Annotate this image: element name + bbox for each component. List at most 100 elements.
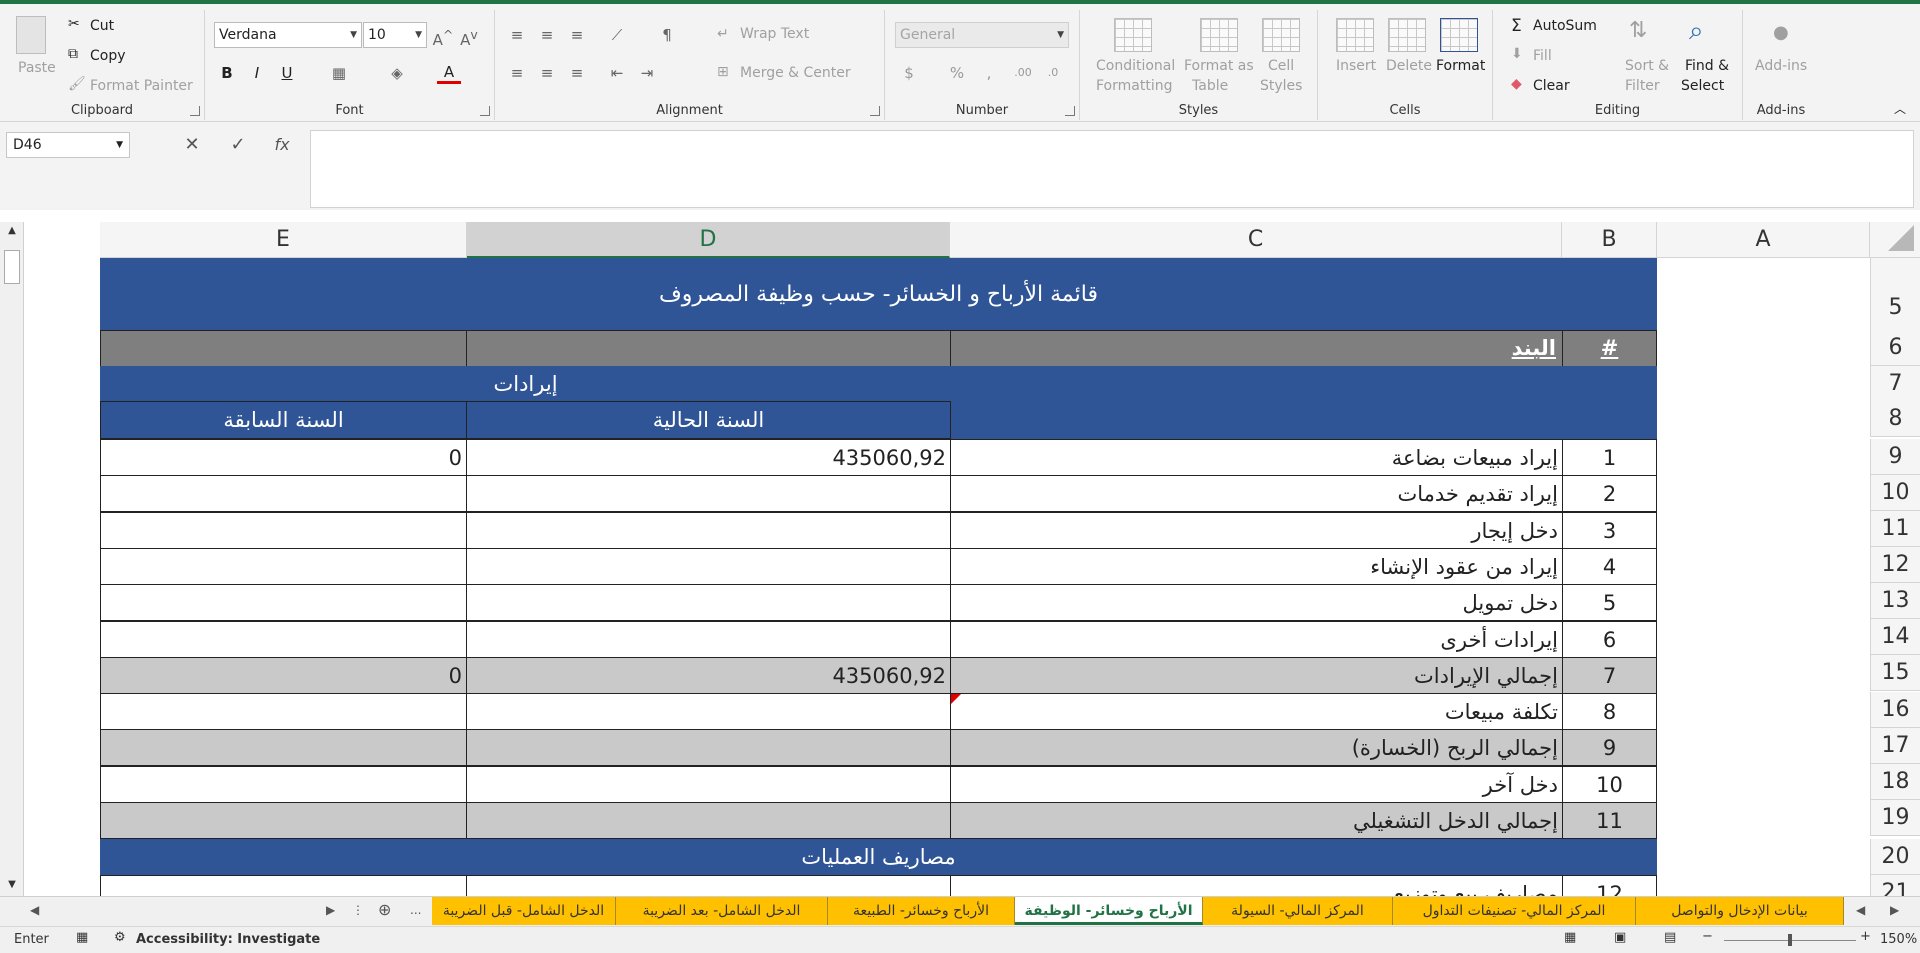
format-icon[interactable] <box>1440 18 1478 52</box>
sheet-tab[interactable]: بيانات الإدخال والتواصل <box>1636 897 1844 925</box>
shrink-font-icon[interactable]: Av <box>457 24 481 49</box>
cell-styles-button[interactable]: Cell <box>1268 58 1294 74</box>
page-layout-icon[interactable]: ▣ <box>1614 930 1626 945</box>
sheet-tab[interactable]: المركز المالي- تصنيفات التداول <box>1393 897 1636 925</box>
sheet-tab[interactable]: الدخل الشامل- بعد الضريبة <box>616 897 828 925</box>
column-header-b[interactable]: B <box>1562 222 1657 258</box>
collapse-ribbon-icon[interactable]: ︿ <box>1894 100 1906 117</box>
font-family-select[interactable]: Verdana ▼ <box>214 22 362 48</box>
cancel-icon[interactable]: ✕ <box>178 132 206 158</box>
row-header[interactable]: 10 <box>1870 475 1920 511</box>
sheet-tab[interactable]: الدخل الشامل- قبل الضريبة <box>432 897 616 925</box>
paste-button[interactable]: Paste <box>18 60 56 76</box>
scroll-tabs-left-icon[interactable]: ◀ <box>30 903 39 917</box>
worksheet-grid[interactable]: ▲ ▼ E D C B A 5 6 7 8 9 10 11 12 13 14 15 16 17 18 19 2… <box>0 222 1920 896</box>
row-header[interactable]: 6 <box>1870 330 1920 366</box>
zoom-in-icon[interactable]: + <box>1860 929 1871 944</box>
row-header[interactable]: 21 <box>1870 875 1920 896</box>
scroll-down-icon[interactable]: ▼ <box>4 878 20 892</box>
rtl-icon[interactable]: ¶ <box>655 24 679 46</box>
accessibility-status[interactable]: Accessibility: Investigate <box>136 932 320 947</box>
row-header[interactable]: 12 <box>1870 547 1920 583</box>
fill-color-icon[interactable]: ◈ <box>385 62 409 84</box>
font-launcher-icon[interactable] <box>480 106 490 116</box>
decrease-decimal-icon[interactable]: .0 <box>1041 62 1065 84</box>
format-as-table-icon[interactable] <box>1200 18 1238 52</box>
more-tabs[interactable]: ... <box>410 903 421 917</box>
number-format-select[interactable]: General ▼ <box>895 22 1069 48</box>
delete-icon[interactable] <box>1388 18 1426 52</box>
row-header[interactable]: 7 <box>1870 366 1920 402</box>
align-middle-icon[interactable]: ≡ <box>535 24 559 46</box>
grow-font-icon[interactable]: A^ <box>431 24 455 49</box>
row-header[interactable]: 15 <box>1870 655 1920 691</box>
number-launcher-icon[interactable] <box>1065 106 1075 116</box>
copy-button[interactable]: Copy <box>90 48 126 64</box>
row-header[interactable]: 16 <box>1870 692 1920 728</box>
cell-styles-icon[interactable] <box>1262 18 1300 52</box>
row-header[interactable]: 19 <box>1870 800 1920 836</box>
orientation-icon[interactable]: ⟋ <box>605 24 629 46</box>
borders-icon[interactable]: ▦ <box>327 62 351 84</box>
normal-view-icon[interactable]: ▦ <box>1564 930 1576 945</box>
scroll-thumb[interactable] <box>4 250 20 284</box>
increase-indent-icon[interactable]: ⇥ <box>635 62 659 84</box>
format-button[interactable]: Format <box>1436 58 1485 74</box>
currency-icon[interactable]: $ <box>897 62 921 84</box>
decrease-indent-icon[interactable]: ⇤ <box>605 62 629 84</box>
sheet-tab[interactable]: الأرباح وخسائر- الوظيفة <box>1015 897 1203 925</box>
find-select-button[interactable]: Find & <box>1685 58 1729 74</box>
clear-button[interactable]: Clear <box>1533 78 1570 94</box>
sheet-tab[interactable]: الأرباح وخسائر- الطبيعة <box>828 897 1015 925</box>
row-header[interactable]: 11 <box>1870 511 1920 547</box>
column-header-d[interactable]: D <box>467 222 950 258</box>
fill-button[interactable]: Fill <box>1533 48 1552 64</box>
insert-icon[interactable] <box>1336 18 1374 52</box>
align-left-icon[interactable]: ≡ <box>505 62 529 84</box>
select-all-button[interactable] <box>1870 222 1920 258</box>
sheet-tab[interactable]: المركز المالي- السيولة <box>1203 897 1393 925</box>
clipboard-launcher-icon[interactable] <box>190 106 200 116</box>
column-header-c[interactable]: C <box>950 222 1562 258</box>
name-box[interactable]: D46 ▼ <box>6 132 130 158</box>
percent-icon[interactable]: % <box>945 62 969 84</box>
row-header[interactable]: 8 <box>1870 401 1920 437</box>
increase-decimal-icon[interactable]: .00 <box>1011 62 1035 84</box>
row-header[interactable]: 13 <box>1870 583 1920 619</box>
macro-record-icon[interactable]: ▦ <box>76 930 88 945</box>
align-right-icon[interactable]: ≡ <box>565 62 589 84</box>
enter-icon[interactable]: ✓ <box>224 132 252 158</box>
tabs-nav-left-icon[interactable]: ◀ <box>1856 903 1865 917</box>
cut-button[interactable]: Cut <box>90 18 114 34</box>
delete-button[interactable]: Delete <box>1386 58 1432 74</box>
paste-icon[interactable] <box>16 16 46 54</box>
align-top-icon[interactable]: ≡ <box>505 24 529 46</box>
tabs-nav-right-icon[interactable]: ▶ <box>1890 903 1899 917</box>
page-break-preview-icon[interactable]: ▤ <box>1664 930 1676 945</box>
tab-options-icon[interactable]: ⋮ <box>352 903 364 917</box>
bold-button[interactable]: B <box>215 62 239 84</box>
font-size-select[interactable]: 10 ▼ <box>363 22 427 48</box>
row-header[interactable]: 14 <box>1870 619 1920 655</box>
wrap-text-button[interactable]: Wrap Text <box>740 26 809 42</box>
align-bottom-icon[interactable]: ≡ <box>565 24 589 46</box>
conditional-formatting-button[interactable]: Conditional <box>1096 58 1175 74</box>
zoom-slider-thumb[interactable] <box>1788 934 1792 946</box>
merge-center-button[interactable]: Merge & Center <box>740 65 851 81</box>
column-header-a[interactable]: A <box>1657 222 1870 258</box>
font-color-icon[interactable]: A <box>437 62 461 84</box>
scroll-tabs-right-icon[interactable]: ▶ <box>326 903 335 917</box>
row-header[interactable]: 5 <box>1870 258 1920 331</box>
scroll-up-icon[interactable]: ▲ <box>4 224 20 238</box>
zoom-out-icon[interactable]: − <box>1702 929 1713 944</box>
sort-filter-button[interactable]: Sort & <box>1625 58 1669 74</box>
row-header[interactable]: 17 <box>1870 728 1920 764</box>
format-painter-button[interactable]: Format Painter <box>90 78 193 94</box>
addins-button[interactable]: Add-ins <box>1755 58 1807 74</box>
comment-indicator-icon[interactable] <box>951 694 961 704</box>
new-sheet-icon[interactable]: ⊕ <box>378 900 391 919</box>
align-center-icon[interactable]: ≡ <box>535 62 559 84</box>
conditional-formatting-icon[interactable] <box>1114 18 1152 52</box>
autosum-button[interactable]: AutoSum <box>1533 18 1597 34</box>
format-as-table-button[interactable]: Format as <box>1184 58 1254 74</box>
